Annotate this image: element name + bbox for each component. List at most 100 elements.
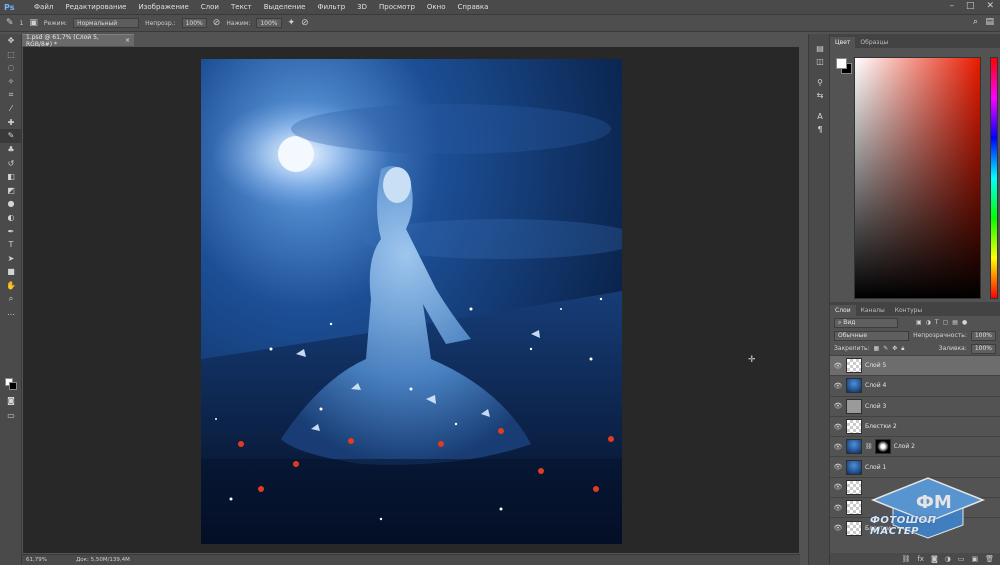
tab-channels[interactable]: Каналы <box>856 305 890 316</box>
layer-name[interactable]: Блестки 2 <box>865 423 897 430</box>
brush-tool-icon[interactable]: ✎ <box>6 18 14 28</box>
menu-view[interactable]: Просмотр <box>373 3 421 11</box>
visibility-eye-icon[interactable]: 👁︎ <box>830 362 846 370</box>
clone-stamp-icon[interactable]: ♣ <box>0 143 22 157</box>
adjustments-panel-icon[interactable]: ⇆ <box>809 89 831 102</box>
tab-layers[interactable]: Слои <box>830 305 856 316</box>
crop-tool-icon[interactable]: ⌗ <box>0 88 22 102</box>
flow-input[interactable]: 100% <box>256 18 282 28</box>
background-swatch[interactable] <box>9 382 17 390</box>
visibility-eye-icon[interactable]: 👁︎ <box>830 402 846 410</box>
brush-size-value[interactable]: 1 <box>20 20 24 27</box>
layer-row[interactable]: 👁︎ Слой 5 <box>830 355 1000 376</box>
tab-swatches[interactable]: Образцы <box>855 37 893 48</box>
menu-file[interactable]: Файл <box>28 3 59 11</box>
pen-tool-icon[interactable]: ✒ <box>0 224 22 238</box>
search-icon[interactable]: ⌕ <box>973 17 978 27</box>
menu-layers[interactable]: Слои <box>195 3 225 11</box>
visibility-eye-icon[interactable]: 👁︎ <box>830 524 846 532</box>
minimize-button[interactable]: – <box>949 1 954 11</box>
add-mask-icon[interactable]: ◙ <box>931 555 938 563</box>
pressure-size-icon[interactable]: ⊘ <box>301 18 309 28</box>
history-panel-icon[interactable]: ▤ <box>809 42 831 55</box>
menu-image[interactable]: Изображение <box>132 3 194 11</box>
visibility-eye-icon[interactable]: 👁︎ <box>830 423 846 431</box>
menu-help[interactable]: Справка <box>452 3 495 11</box>
brush-presets-icon[interactable]: ⚲ <box>809 76 831 89</box>
filter-smart-icon[interactable]: ▤ <box>952 319 958 326</box>
visibility-eye-icon[interactable]: 👁︎ <box>830 382 846 390</box>
healing-brush-icon[interactable]: ✚ <box>0 116 22 130</box>
eyedropper-icon[interactable]: ⁄ <box>0 102 22 116</box>
layer-row[interactable]: 👁︎ Слой 3 <box>830 395 1000 416</box>
lock-pixels-icon[interactable]: ✎ <box>883 345 888 352</box>
layer-mask-thumbnail[interactable] <box>874 439 891 455</box>
visibility-eye-icon[interactable]: 👁︎ <box>830 504 846 512</box>
blend-mode-select[interactable]: Обычные <box>834 330 910 341</box>
move-tool-icon[interactable]: ✥ <box>0 34 22 48</box>
hand-tool-icon[interactable]: ✋ <box>0 279 22 293</box>
dodge-tool-icon[interactable]: ◐ <box>0 211 22 225</box>
magic-wand-icon[interactable]: ✧ <box>0 75 22 89</box>
menu-3d[interactable]: 3D <box>351 3 373 11</box>
mode-select[interactable]: Нормальный <box>73 18 140 28</box>
history-brush-icon[interactable]: ↺ <box>0 156 22 170</box>
layer-name[interactable]: Слой 4 <box>865 382 886 389</box>
close-window-button[interactable]: ✕ <box>986 1 994 11</box>
menu-window[interactable]: Окно <box>421 3 452 11</box>
menu-filter[interactable]: Фильтр <box>311 3 351 11</box>
document-tab[interactable]: 1.psd @ 61,7% (Слой 5, RGB/8#) * × <box>22 34 134 48</box>
lasso-tool-icon[interactable]: ◌ <box>0 61 22 75</box>
layer-row[interactable]: 👁︎ Блестки 2 <box>830 415 1000 436</box>
zoom-tool-icon[interactable]: ⌕ <box>0 292 22 306</box>
layer-filter-select[interactable]: ⌕ Вид <box>834 317 898 328</box>
filter-toggle-icon[interactable]: ● <box>962 319 967 326</box>
menu-select[interactable]: Выделение <box>258 3 312 11</box>
filter-type-icon[interactable]: T <box>935 319 939 326</box>
path-select-icon[interactable]: ➤ <box>0 252 22 266</box>
delete-layer-icon[interactable]: 🗑︎ <box>985 555 994 563</box>
workspace-icon[interactable]: ▤ <box>985 17 994 27</box>
pressure-opacity-icon[interactable]: ⊘ <box>213 18 221 28</box>
hue-slider[interactable] <box>990 57 998 299</box>
opacity-input[interactable]: 100% <box>181 18 207 28</box>
shape-tool-icon[interactable]: ■ <box>0 265 22 279</box>
zoom-level[interactable]: 61,79% <box>22 557 62 563</box>
menu-text[interactable]: Текст <box>225 3 258 11</box>
link-layers-icon[interactable]: ⛓︎ <box>901 555 910 563</box>
visibility-eye-icon[interactable]: 👁︎ <box>830 443 846 451</box>
new-group-icon[interactable]: ▭ <box>958 555 965 563</box>
adjustment-layer-icon[interactable]: ◑ <box>945 555 951 563</box>
paragraph-panel-icon[interactable]: ¶ <box>809 123 831 136</box>
airbrush-icon[interactable]: ✦ <box>288 18 296 28</box>
layer-style-icon[interactable]: fx <box>917 555 924 563</box>
layer-row[interactable]: 👁︎ ⛓︎ Слой 2 <box>830 436 1000 456</box>
filter-pixel-icon[interactable]: ▣ <box>916 319 922 326</box>
visibility-eye-icon[interactable]: 👁︎ <box>830 463 846 471</box>
filter-shape-icon[interactable]: ▢ <box>943 319 949 326</box>
artwork-image[interactable] <box>201 59 622 544</box>
layer-row[interactable]: 👁︎ Слой 4 <box>830 375 1000 395</box>
tab-color[interactable]: Цвет <box>830 37 856 48</box>
layer-name[interactable]: Слой 3 <box>865 403 886 410</box>
maximize-button[interactable]: □ <box>966 1 975 11</box>
type-tool-icon[interactable]: T <box>0 238 22 252</box>
tab-paths[interactable]: Контуры <box>890 305 927 316</box>
gradient-icon[interactable]: ◩ <box>0 184 22 198</box>
layer-name[interactable]: Слой 5 <box>865 362 886 369</box>
visibility-eye-icon[interactable]: 👁︎ <box>830 483 846 491</box>
marquee-tool-icon[interactable]: ⬚ <box>0 48 22 62</box>
close-tab-icon[interactable]: × <box>125 37 130 44</box>
brush-panel-icon[interactable]: ▣ <box>29 18 38 28</box>
properties-panel-icon[interactable]: ◫ <box>809 55 831 68</box>
more-tools-icon[interactable]: … <box>0 306 22 320</box>
new-layer-icon[interactable]: ▣ <box>971 555 978 563</box>
color-picker-field[interactable] <box>854 57 981 299</box>
layer-opacity-input[interactable]: 100% <box>970 330 996 341</box>
mask-link-icon[interactable]: ⛓︎ <box>865 443 873 450</box>
character-panel-icon[interactable]: A <box>809 110 831 123</box>
menu-edit[interactable]: Редактирование <box>59 3 132 11</box>
lock-position-icon[interactable]: ✥ <box>892 345 897 352</box>
lock-all-icon[interactable]: 🔒︎ <box>901 345 904 353</box>
quick-mask-icon[interactable]: ◙ <box>0 394 22 408</box>
